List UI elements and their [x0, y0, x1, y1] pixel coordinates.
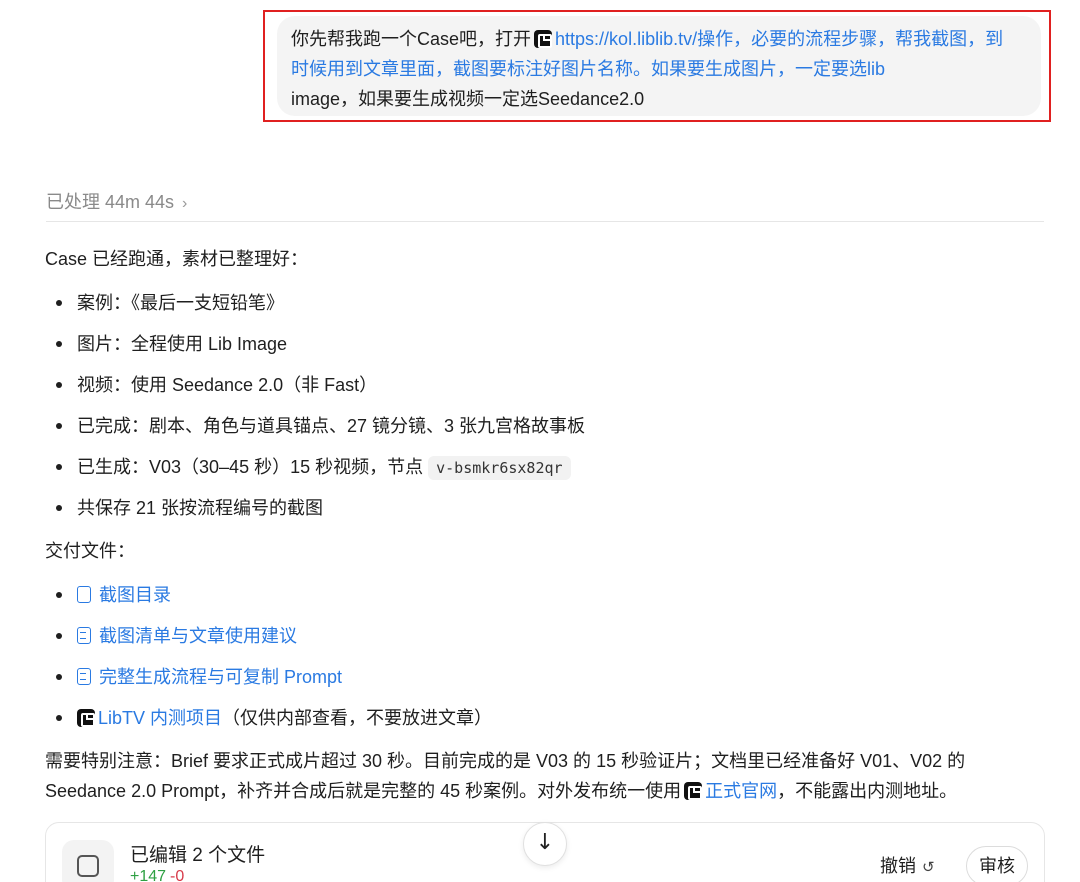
libtv-app-icon — [684, 782, 703, 800]
lines-removed: -0 — [170, 868, 185, 882]
summary-item-video: 视频：使用 Seedance 2.0（非 Fast） — [77, 375, 378, 395]
bullet-dot — [56, 300, 62, 306]
bullet-dot — [56, 341, 62, 347]
bullet-dot — [56, 423, 62, 429]
edited-files-title: 已编辑 2 个文件 — [130, 845, 266, 866]
bullet-dot — [56, 674, 62, 680]
document-lines-icon — [77, 668, 91, 685]
bullet-dot — [56, 633, 62, 639]
bullet-dot — [56, 382, 62, 388]
summary-item-image: 图片：全程使用 Lib Image — [77, 334, 288, 354]
bullet-dot — [56, 464, 62, 470]
bullet-dot — [56, 715, 62, 721]
document-icon — [77, 586, 91, 603]
summary-intro: Case 已经跑通，素材已整理好： — [45, 249, 309, 269]
highlight-frame — [263, 10, 1051, 122]
deliverable-link-screenshot-list[interactable]: 截图清单与文章使用建议 — [77, 622, 297, 650]
official-site-link[interactable]: 正式官网 — [705, 781, 777, 801]
deliverable-link-libtv[interactable]: LibTV 内测项目（仅供内部查看，不要放进文章） — [77, 704, 492, 732]
summary-item-screenshots: 共保存 21 张按流程编号的截图 — [77, 498, 324, 518]
libtv-app-icon — [77, 709, 95, 727]
divider — [46, 221, 1044, 222]
document-lines-icon — [77, 627, 91, 644]
summary-item-completed: 已完成：剧本、角色与道具锚点、27 镜分镜、3 张九宫格故事板 — [77, 416, 586, 436]
deliverable-link-screenshot-dir[interactable]: 截图目录 — [77, 581, 171, 609]
processed-toggle[interactable]: 已处理 44m 44s › — [46, 188, 187, 214]
deliverables-title: 交付文件： — [45, 541, 135, 561]
diff-stats: +147 -0 — [130, 868, 184, 882]
review-button[interactable]: 审核 — [966, 846, 1028, 882]
undo-icon: ↺ — [922, 859, 935, 876]
undo-button[interactable]: 撤销 ↺ — [880, 852, 935, 878]
summary-item-case: 案例：《最后一支短铅笔》 — [77, 293, 284, 313]
lines-added: +147 — [130, 868, 167, 882]
bullet-dot — [56, 592, 62, 598]
attention-note: 需要特别注意：Brief 要求正式成片超过 30 秒。目前完成的是 V03 的 … — [45, 751, 966, 801]
diff-file-icon — [62, 840, 114, 882]
node-id-code: v-bsmkr6sx82qr — [428, 456, 571, 480]
processed-label: 已处理 44m 44s — [46, 192, 175, 212]
chevron-right-icon: › — [182, 195, 188, 212]
summary-item-generated: 已生成：V03（30–45 秒）15 秒视频，节点 v-bsmkr6sx82qr — [77, 453, 571, 482]
bullet-dot — [56, 505, 62, 511]
scroll-down-button[interactable]: ↓ — [523, 822, 567, 866]
deliverable-link-prompt[interactable]: 完整生成流程与可复制 Prompt — [77, 663, 342, 691]
